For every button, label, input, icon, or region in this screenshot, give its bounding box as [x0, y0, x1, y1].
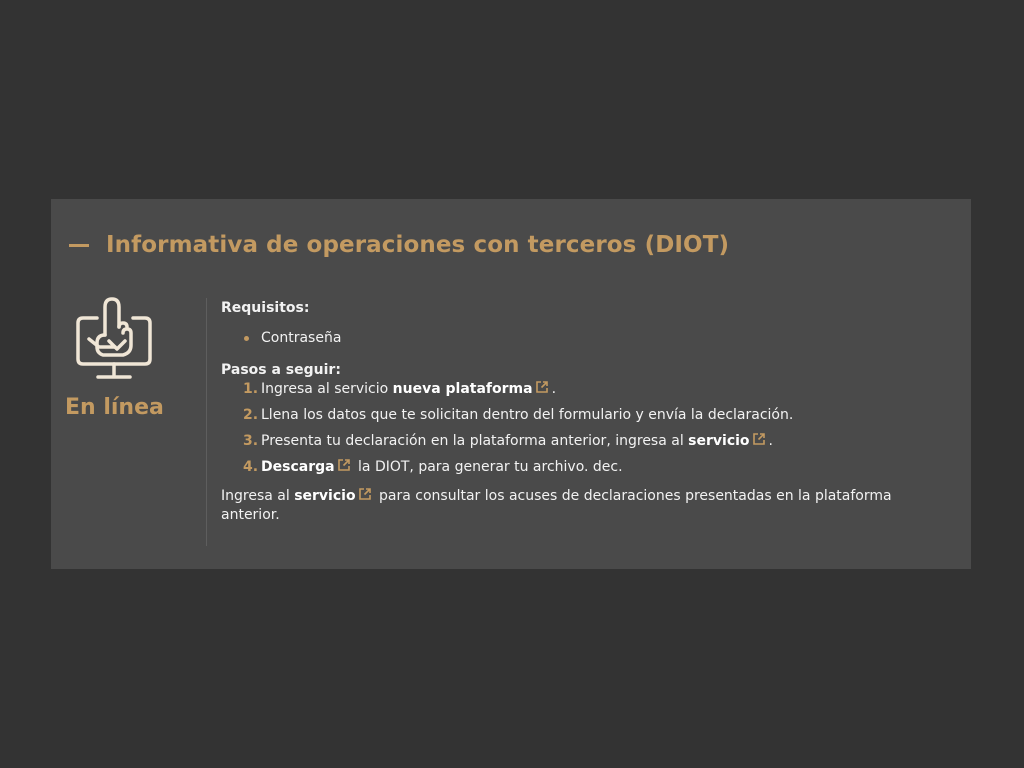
- external-link-icon[interactable]: [337, 458, 351, 472]
- channel-label: En línea: [65, 395, 164, 420]
- step-number: 3.: [243, 433, 259, 449]
- footer-servicio-link[interactable]: servicio: [294, 488, 374, 504]
- nueva-plataforma-link[interactable]: nueva plataforma: [393, 381, 552, 397]
- step-1: 1. Ingresa al servicio nueva plataforma.: [221, 379, 941, 405]
- step-number: 1.: [243, 381, 259, 397]
- step-3: 3. Presenta tu declaración en la platafo…: [221, 431, 941, 457]
- step-text: Ingresa al servicio: [261, 381, 393, 397]
- instructions-content: Requisitos: Contraseña Pasos a seguir: 1…: [221, 298, 941, 525]
- external-link-icon[interactable]: [358, 487, 372, 501]
- link-text[interactable]: servicio: [688, 433, 749, 449]
- column-divider: [206, 298, 207, 546]
- step-text-end: .: [768, 433, 773, 449]
- channel-column: En línea: [51, 295, 177, 420]
- accordion-header[interactable]: Informativa de operaciones con terceros …: [69, 231, 729, 259]
- diot-accordion-panel: Informativa de operaciones con terceros …: [51, 199, 971, 569]
- footer-note: Ingresa al servicio para consultar los a…: [221, 487, 941, 525]
- section-title[interactable]: Informativa de operaciones con terceros …: [106, 232, 729, 258]
- list-item: Contraseña: [221, 328, 941, 348]
- steps-list: 1. Ingresa al servicio nueva plataforma.…: [221, 379, 941, 483]
- link-text[interactable]: nueva plataforma: [393, 381, 533, 397]
- external-link-icon[interactable]: [752, 432, 766, 446]
- footer-text: Ingresa al: [221, 488, 295, 504]
- link-text[interactable]: servicio: [294, 488, 355, 504]
- step-number: 4.: [243, 459, 259, 475]
- step-text-end: .: [551, 381, 557, 397]
- descarga-link[interactable]: Descarga: [261, 459, 354, 475]
- minus-icon[interactable]: [69, 243, 89, 247]
- requirements-title: Requisitos:: [221, 300, 310, 316]
- step-text: Presenta tu declaración en la plataforma…: [261, 433, 689, 449]
- step-number: 2.: [243, 407, 259, 423]
- steps-title: Pasos a seguir:: [221, 362, 341, 378]
- step-2: 2. Llena los datos que te solicitan dent…: [221, 405, 941, 431]
- requirements-list: Contraseña: [221, 328, 941, 348]
- link-text[interactable]: Descarga: [261, 459, 335, 475]
- step-text: Llena los datos que te solicitan dentro …: [261, 407, 794, 423]
- step-4: 4. Descarga la DIOT, para generar tu arc…: [221, 457, 941, 483]
- servicio-link[interactable]: servicio: [688, 433, 768, 449]
- online-computer-hand-icon: [76, 297, 152, 379]
- external-link-icon[interactable]: [535, 380, 549, 394]
- step-text-end: la DIOT, para generar tu archivo. dec.: [353, 459, 623, 475]
